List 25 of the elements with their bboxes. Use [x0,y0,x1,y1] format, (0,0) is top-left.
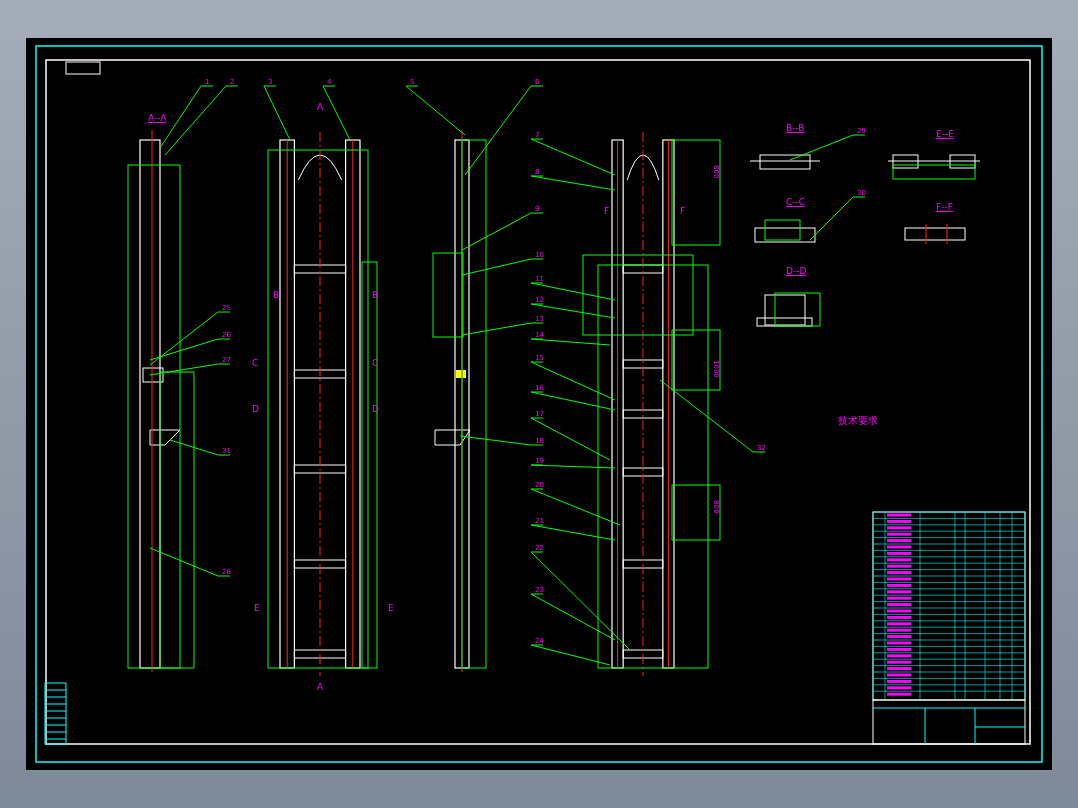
section-mark: E [254,603,260,613]
leader-line [809,196,866,241]
section-mark: D [372,404,379,414]
leader-line [169,439,231,456]
corner-stamp [65,61,101,75]
section-mark: D [252,404,259,414]
section-mark: C [252,358,259,368]
section-title: D--D [786,266,807,276]
section-mark: B [273,290,280,300]
section-title: A--A [148,113,167,123]
section-title: C--C [786,197,806,207]
section-mark: B [372,290,379,300]
section-mark: F [680,206,686,216]
leader-line [263,85,291,141]
section-mark: E [388,603,394,613]
section-title: E--E [936,129,954,139]
section-mark: A [317,682,324,692]
notes-heading: 技术要求 [838,415,878,426]
section-mark: C [372,358,379,368]
section-mark: F [604,206,610,216]
leader-line [322,85,351,141]
section-title: B--B [786,123,805,133]
section-title: F--F [936,202,953,212]
revision-table [44,682,67,745]
section-mark: A [317,102,324,112]
